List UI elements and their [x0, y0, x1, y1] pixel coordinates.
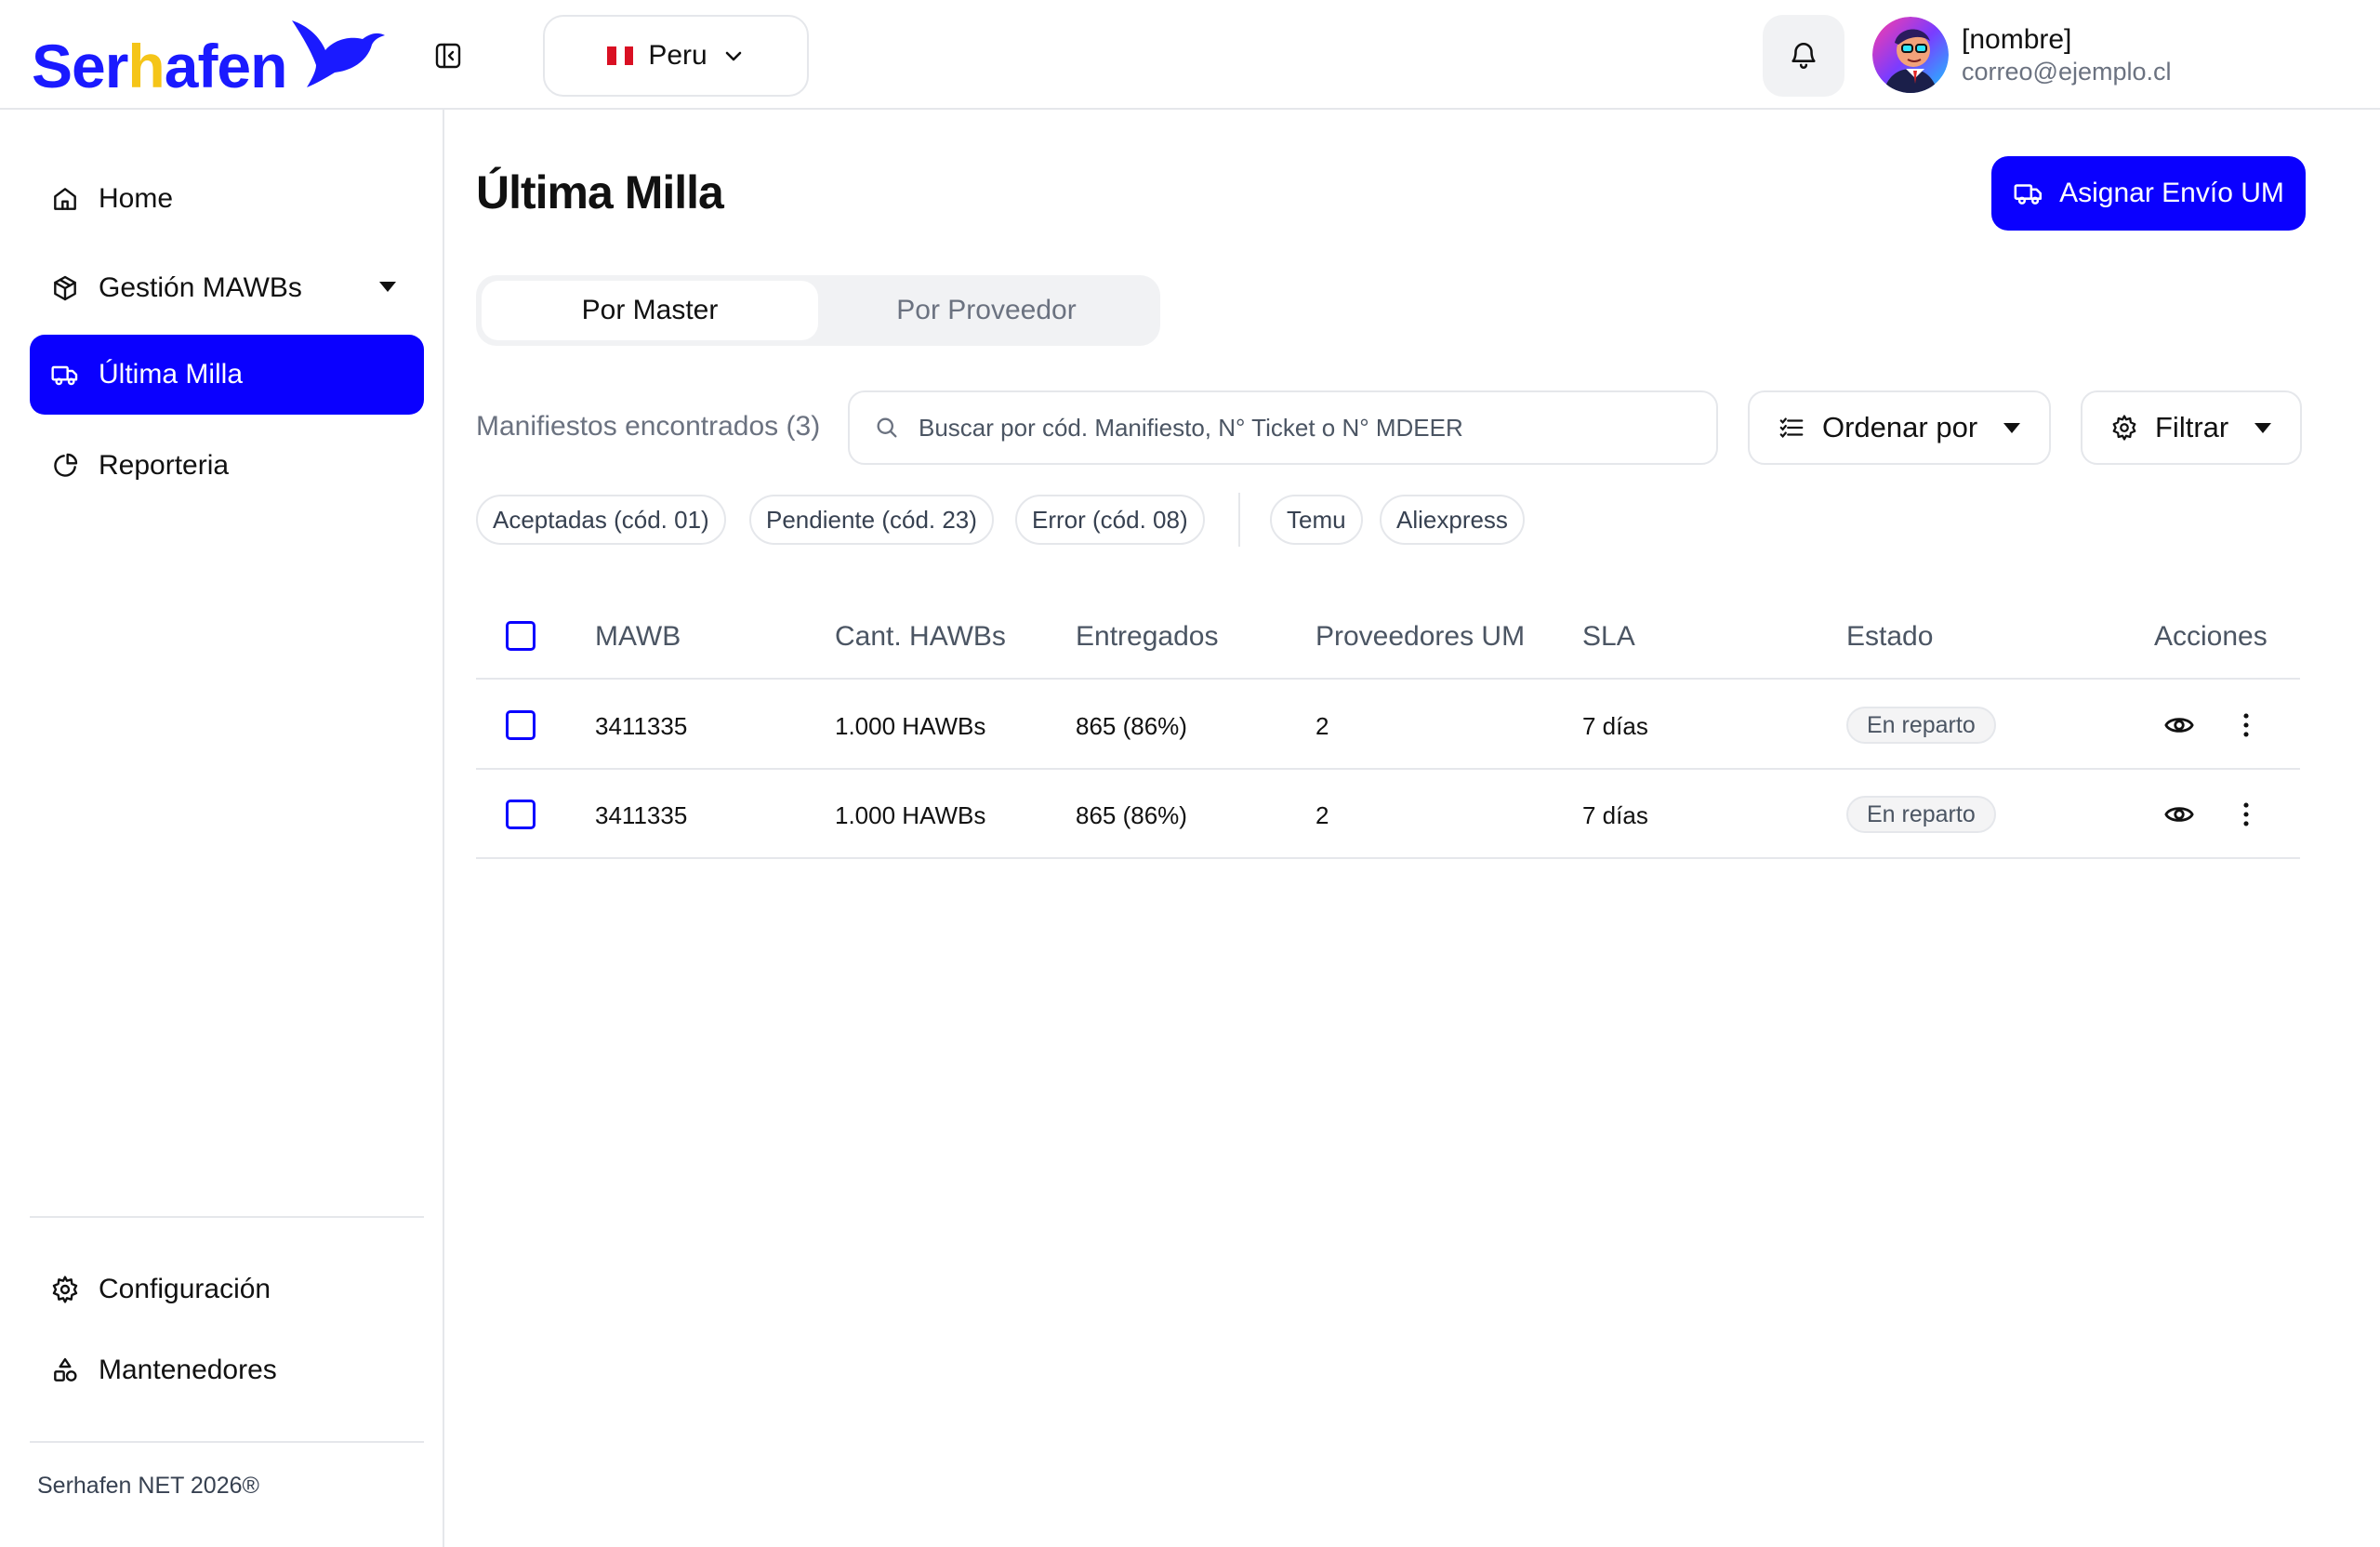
cell-delivered: 865 (86%) [1076, 712, 1187, 740]
table-divider [476, 857, 2300, 859]
gear-icon [52, 1276, 78, 1303]
peru-flag-icon [607, 46, 634, 65]
view-action-button[interactable] [2161, 796, 2198, 833]
sort-label: Ordenar por [1822, 411, 1978, 443]
sidebar-item-configuracion[interactable]: Configuración [30, 1250, 424, 1329]
filter-label: Filtrar [2155, 411, 2229, 443]
table-divider [476, 768, 2300, 770]
sidebar-item-home[interactable]: Home [30, 159, 424, 239]
sort-list-icon [1779, 417, 1804, 439]
cell-sla: 7 días [1582, 801, 1648, 829]
sidebar-item-label: Configuración [99, 1274, 271, 1304]
search-box[interactable] [848, 390, 1718, 465]
country-selector[interactable]: Peru [543, 15, 809, 97]
view-tabs: Por Master Por Proveedor [476, 275, 1160, 346]
sidebar: Home Gestión MAWBs Última Milla Reporter… [0, 110, 444, 1547]
chip-aliexpress[interactable]: Aliexpress [1380, 495, 1525, 545]
bird-logo-icon [292, 20, 385, 87]
tab-por-proveedor[interactable]: Por Proveedor [818, 281, 1155, 340]
sidebar-item-label: Última Milla [99, 359, 244, 390]
sort-dropdown[interactable]: Ordenar por [1748, 390, 2051, 465]
column-header-proveedores: Proveedores UM [1316, 621, 1526, 652]
caret-down-icon [379, 282, 396, 292]
column-header-estado: Estado [1846, 621, 1934, 652]
row-checkbox[interactable] [506, 800, 536, 829]
eye-icon [2164, 807, 2194, 822]
notifications-button[interactable] [1763, 15, 1844, 97]
assign-shipment-button[interactable]: Asignar Envío UM [1991, 156, 2306, 231]
sidebar-item-label: Reporteria [99, 450, 230, 481]
bell-icon [1792, 43, 1816, 69]
user-avatar[interactable] [1872, 17, 1949, 93]
cell-providers: 2 [1316, 712, 1329, 740]
results-count: Manifiestos encontrados (3) [476, 411, 821, 442]
caret-down-icon [2003, 422, 2021, 433]
chip-pendiente[interactable]: Pendiente (cód. 23) [749, 495, 994, 545]
country-label: Peru [648, 40, 707, 71]
sidebar-item-mantenedores[interactable]: Mantenedores [30, 1330, 424, 1410]
column-header-entregados: Entregados [1076, 621, 1219, 652]
more-options-button[interactable] [2228, 796, 2265, 833]
chip-separator [1238, 493, 1240, 547]
assign-shipment-label: Asignar Envío UM [2059, 178, 2284, 208]
cell-hawbs: 1.000 HAWBs [835, 712, 986, 740]
sidebar-item-reporteria[interactable]: Reporteria [30, 426, 424, 506]
status-badge: En reparto [1846, 707, 1996, 744]
filter-dropdown[interactable]: Filtrar [2081, 390, 2302, 465]
column-header-hawbs: Cant. HAWBs [835, 621, 1006, 652]
page-title: Última Milla [476, 166, 724, 218]
sidebar-divider [30, 1216, 424, 1218]
cell-mawb: 3411335 [595, 801, 688, 829]
cell-hawbs: 1.000 HAWBs [835, 801, 986, 829]
footer-copyright: Serhafen NET 2026® [37, 1473, 259, 1499]
search-icon [877, 417, 897, 438]
sidebar-item-label: Mantenedores [99, 1355, 277, 1385]
shapes-icon [54, 1357, 77, 1382]
sidebar-item-label: Gestión MAWBs [99, 272, 302, 303]
more-vertical-icon [2243, 713, 2249, 737]
cell-mawb: 3411335 [595, 712, 688, 740]
column-header-mawb: MAWB [595, 621, 681, 652]
gear-icon [2112, 415, 2136, 441]
more-options-button[interactable] [2228, 707, 2265, 744]
row-checkbox[interactable] [506, 710, 536, 740]
tab-por-master[interactable]: Por Master [482, 281, 818, 340]
caret-down-icon [2254, 422, 2272, 433]
eye-icon [2164, 718, 2194, 733]
top-bar: Serhafen Peru [nombre] correo@ejemplo.cl [0, 0, 2380, 110]
sidebar-item-ultima-milla[interactable]: Última Milla [30, 335, 424, 415]
sidebar-collapse-icon[interactable] [433, 41, 463, 71]
home-icon [54, 188, 76, 210]
sidebar-divider [30, 1441, 424, 1443]
pie-chart-icon [54, 453, 78, 477]
table-divider [476, 678, 2300, 680]
more-vertical-icon [2243, 802, 2249, 826]
chip-error[interactable]: Error (cód. 08) [1015, 495, 1205, 545]
column-header-sla: SLA [1582, 621, 1635, 652]
truck-icon [2014, 184, 2043, 205]
sidebar-item-gestion-mawbs[interactable]: Gestión MAWBs [30, 248, 424, 328]
box-icon [54, 275, 76, 301]
view-action-button[interactable] [2161, 707, 2198, 744]
chevron-down-icon [725, 51, 741, 61]
cell-delivered: 865 (86%) [1076, 801, 1187, 829]
chip-aceptadas[interactable]: Aceptadas (cód. 01) [476, 495, 726, 545]
status-badge: En reparto [1846, 796, 1996, 833]
select-all-checkbox[interactable] [506, 621, 536, 651]
sidebar-item-label: Home [99, 183, 174, 214]
user-email: correo@ejemplo.cl [1962, 58, 2172, 86]
serhafen-logo[interactable]: Serhafen [32, 13, 385, 100]
cell-providers: 2 [1316, 801, 1329, 829]
search-input[interactable] [919, 413, 1681, 443]
user-name: [nombre] [1962, 24, 2072, 55]
truck-icon [51, 365, 78, 386]
chip-temu[interactable]: Temu [1270, 495, 1363, 545]
logo-wordmark: Serhafen [32, 32, 287, 100]
cell-sla: 7 días [1582, 712, 1648, 740]
column-header-acciones: Acciones [2154, 621, 2268, 652]
